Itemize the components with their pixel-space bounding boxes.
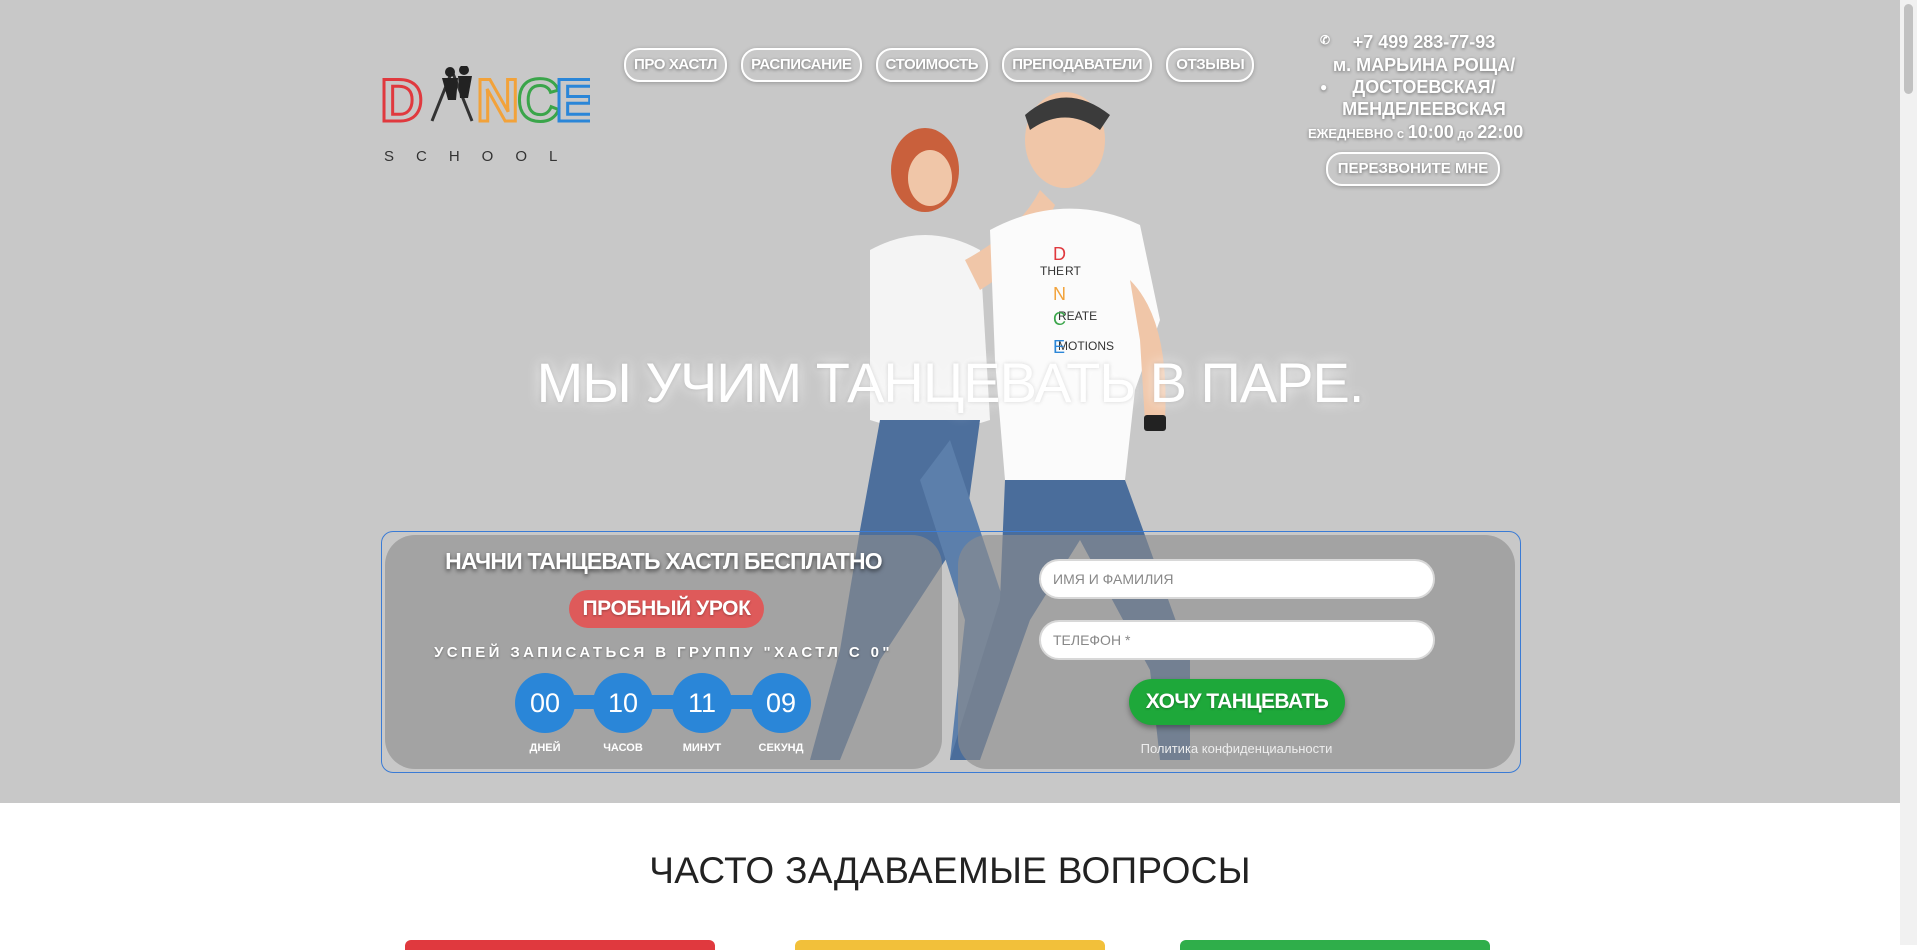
phone-field[interactable] [1039, 620, 1435, 660]
svg-text:D: D [380, 67, 423, 126]
svg-text:N: N [476, 67, 519, 126]
hours-mid: до [1457, 126, 1474, 141]
privacy-policy-link[interactable]: Политика конфиденциальности [958, 741, 1515, 756]
faq-card-3[interactable] [1180, 940, 1490, 950]
want-to-dance-button[interactable]: ХОЧУ ТАНЦЕВАТЬ [1129, 679, 1345, 725]
metro-stations: м. МАРЬИНА РОЩА/ ДОСТОЕВСКАЯ/ МЕНДЕЛЕЕВС… [1332, 55, 1516, 119]
timer-seconds-label: СЕКУНД [758, 742, 804, 754]
svg-text:C: C [1053, 309, 1066, 329]
hero-section: THE RT REATE MOTIONS D N C E D N C E SCHOO… [0, 0, 1900, 803]
contacts-block: ✆ +7 499 283-77-93 ● м. МАРЬИНА РОЩА/ ДО… [1308, 30, 1523, 186]
nav-schedule[interactable]: РАСПИСАНИЕ [741, 48, 862, 82]
phone-number[interactable]: +7 499 283-77-93 [1308, 30, 1518, 54]
nav-teachers[interactable]: ПРЕПОДАВАТЕЛИ [1002, 48, 1153, 82]
callback-button[interactable]: ПЕРЕЗВОНИТЕ МНЕ [1325, 152, 1501, 186]
map-pin-icon: ● [1320, 80, 1328, 94]
offer-title: НАЧНИ ТАНЦЕВАТЬ ХАСТЛ БЕСПЛАТНО [445, 548, 883, 574]
timer-minutes: 11 [672, 673, 732, 733]
logo-letters: D N C E [380, 66, 590, 126]
working-hours: ЕЖЕДНЕВНО с 10:00 до 22:00 [1308, 120, 1523, 146]
nav-reviews[interactable]: ОТЗЫВЫ [1166, 48, 1255, 82]
timer-seconds: 09 [751, 673, 811, 733]
timer-hours-label: ЧАСОВ [603, 742, 643, 754]
timer-days-label: ДНЕЙ [529, 742, 561, 754]
scrollbar-thumb[interactable] [1904, 4, 1913, 94]
svg-text:RT: RT [1065, 264, 1081, 278]
svg-text:N: N [1053, 284, 1066, 304]
logo-school-text: SCHOOL [384, 148, 580, 165]
name-field[interactable] [1039, 559, 1435, 599]
svg-text:E: E [555, 67, 590, 126]
faq-title: ЧАСТО ЗАДАВАЕМЫЕ ВОПРОСЫ [649, 850, 1251, 891]
dance-school-logo[interactable]: D N C E SCHOOL [380, 30, 590, 165]
timer-connector [545, 695, 785, 709]
faq-card-2[interactable] [795, 940, 1105, 950]
svg-text:THE: THE [1040, 264, 1064, 278]
hours-prefix: ЕЖЕДНЕВНО с [1308, 126, 1405, 141]
page-scrollbar[interactable] [1900, 0, 1917, 945]
nav-about-hustle[interactable]: ПРО ХАСТЛ [624, 48, 728, 82]
timer-days: 00 [515, 673, 575, 733]
faq-card-1[interactable] [405, 940, 715, 950]
timer-hours: 10 [593, 673, 653, 733]
timer-minutes-label: МИНУТ [682, 742, 722, 754]
trial-lesson-badge: ПРОБНЫЙ УРОК [569, 590, 764, 628]
main-nav: ПРО ХАСТЛ РАСПИСАНИЕ СТОИМОСТЬ ПРЕПОДАВА… [624, 48, 1255, 82]
nav-pricing[interactable]: СТОИМОСТЬ [875, 48, 989, 82]
phone-icon: ✆ [1320, 33, 1331, 47]
hours-to: 22:00 [1477, 122, 1524, 142]
hero-headline: МЫ УЧИМ ТАНЦЕВАТЬ В ПАРЕ. [536, 351, 1365, 414]
svg-text:D: D [1053, 244, 1066, 264]
hurry-text: УСПЕЙ ЗАПИСАТЬСЯ В ГРУППУ "ХАСТЛ С 0" [434, 644, 893, 661]
hours-from: 10:00 [1407, 122, 1454, 142]
svg-text:C: C [517, 67, 560, 126]
